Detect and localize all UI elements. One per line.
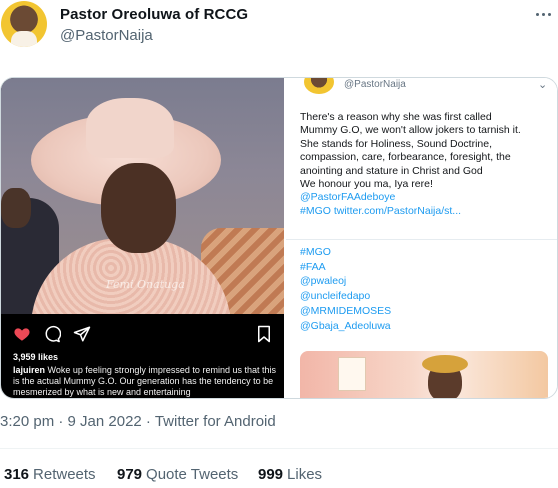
embedded-tweet-image[interactable]: @PastorNaija ⌄ There's a reason why she … [286, 78, 557, 398]
bookmark-icon [258, 325, 270, 343]
embedded-handle: @PastorNaija [344, 79, 406, 90]
embedded-mention: @PastorFAAdeboye [300, 191, 396, 204]
instagram-post-image[interactable]: Femi Onatuga 3,959 likes lajuiren Woke u… [1, 78, 284, 398]
quote-tweets-stat[interactable]: 979 Quote Tweets [117, 466, 238, 483]
more-icon[interactable] [528, 0, 558, 28]
caption-text: Woke up feeling strongly impressed to re… [13, 365, 276, 397]
photo-watermark: Femi Onatuga [106, 278, 185, 291]
comment-icon [45, 325, 61, 343]
instagram-likes: 3,959 likes [13, 352, 59, 362]
embedded-media-thumbnail [300, 351, 548, 398]
tweet-media[interactable]: Femi Onatuga 3,959 likes lajuiren Woke u… [0, 77, 558, 399]
avatar[interactable] [1, 1, 47, 47]
heart-icon [14, 328, 30, 341]
chevron-down-icon: ⌄ [538, 79, 548, 91]
embedded-tag-list: #MGO #FAA @pwaleoj @uncleifedapo @MRMIDE… [300, 246, 392, 332]
share-icon [73, 326, 91, 342]
retweets-stat[interactable]: 316 Retweets [4, 466, 96, 483]
tweet-header: Pastor Oreoluwa of RCCG @PastorNaija [0, 0, 558, 58]
tweet-timestamp[interactable]: 3:20 pm · 9 Jan 2022 · Twitter for Andro… [0, 413, 276, 430]
instagram-caption: lajuiren Woke up feeling strongly impres… [13, 365, 281, 398]
user-handle[interactable]: @PastorNaija [60, 27, 153, 44]
photo: Femi Onatuga [1, 78, 284, 314]
instagram-actions [11, 325, 276, 343]
divider [0, 448, 558, 449]
embedded-tweet-text: There's a reason why she was first calle… [300, 111, 552, 218]
caption-user: lajuiren [13, 365, 46, 375]
display-name[interactable]: Pastor Oreoluwa of RCCG [60, 6, 248, 23]
likes-stat[interactable]: 999 Likes [258, 466, 322, 483]
embedded-link: #MGO twitter.com/PastorNaija/st... [300, 204, 462, 217]
embedded-avatar [304, 78, 334, 94]
